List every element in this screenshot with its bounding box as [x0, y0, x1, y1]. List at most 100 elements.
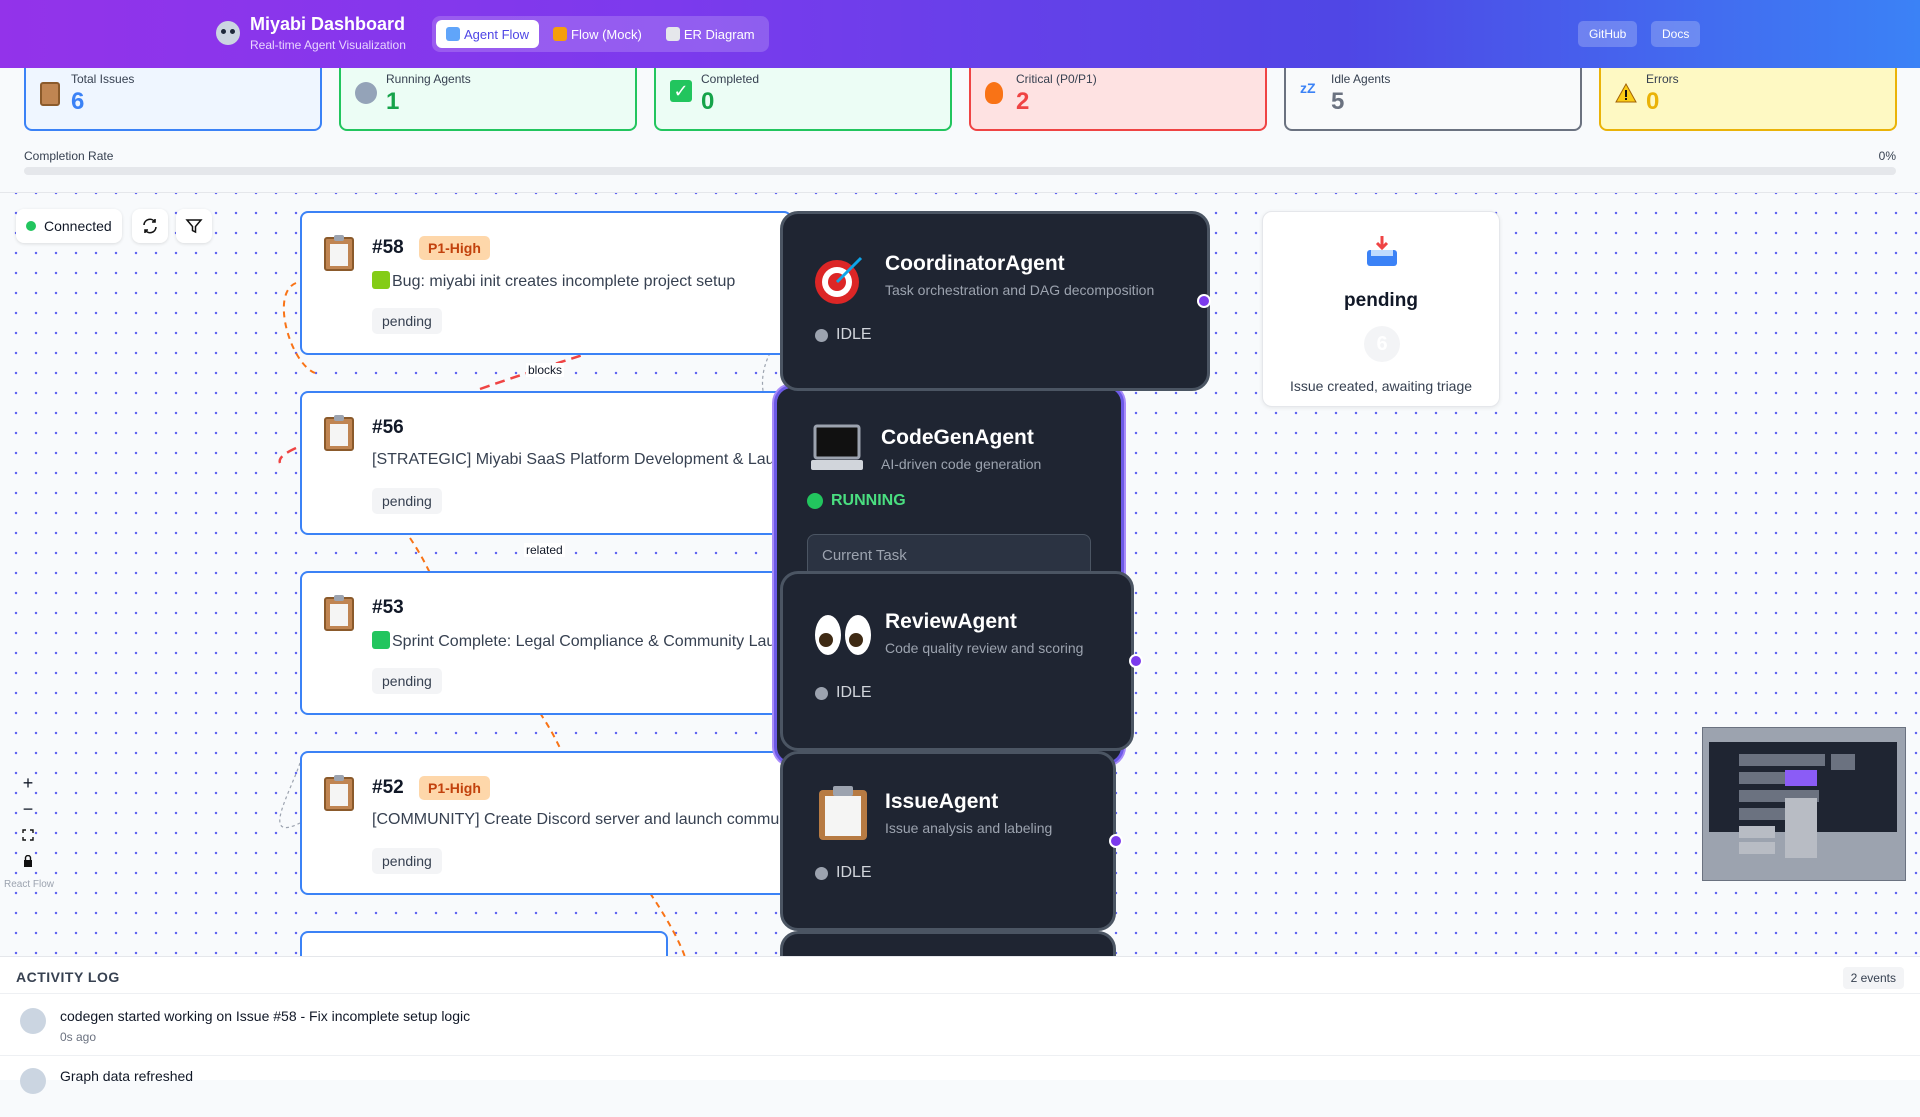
agent-name: ReviewAgent: [885, 610, 1017, 633]
issue-title-text: Bug: miyabi init creates incomplete proj…: [392, 273, 736, 290]
fit-view-icon: [22, 829, 34, 841]
state-node-pending[interactable]: pending 6 Issue created, awaiting triage: [1262, 211, 1500, 407]
bug-icon: [372, 271, 390, 289]
bar-chart-icon: [665, 27, 680, 41]
tab-er-diagram[interactable]: ER Diagram: [656, 20, 765, 48]
agent-status: RUNNING: [807, 492, 906, 510]
agent-desc: Task orchestration and DAG decomposition: [885, 282, 1155, 298]
stat-label: Critical (P0/P1): [1016, 72, 1097, 86]
minimap-node: [1831, 754, 1855, 770]
issue-number: #53: [372, 597, 404, 618]
stat-value: 0: [1646, 88, 1660, 115]
react-flow-attribution[interactable]: React Flow: [4, 879, 54, 890]
connection-handle[interactable]: [1129, 654, 1143, 668]
activity-message: Graph data refreshed: [60, 1068, 194, 1084]
lock-button[interactable]: [16, 849, 40, 873]
robot-icon: [216, 21, 240, 45]
tab-flow-mock[interactable]: Flow (Mock): [543, 20, 652, 48]
lock-icon: [24, 855, 32, 867]
tab-label: Flow (Mock): [571, 26, 642, 42]
stat-idle-agents: zZ Idle Agents 5: [1284, 68, 1582, 131]
zoom-in-button[interactable]: +: [16, 771, 40, 795]
flow-canvas[interactable]: blocks related #58 P1-High Bug: miyabi i…: [0, 192, 1920, 956]
issue-number: #52: [372, 777, 404, 798]
stat-label: Running Agents: [386, 72, 471, 86]
agent-node-issue[interactable]: IssueAgent Issue analysis and labeling I…: [780, 751, 1123, 931]
laptop-icon: [811, 424, 863, 470]
clipboard-icon: [324, 415, 354, 451]
status-text: RUNNING: [831, 492, 906, 509]
agent-node-review[interactable]: ReviewAgent Code quality review and scor…: [780, 571, 1143, 751]
flow-icon: [446, 27, 460, 41]
issue-title: Sprint Complete: Legal Compliance & Comm…: [372, 631, 782, 651]
clipboard-icon: [324, 595, 354, 631]
connection-text: Connected: [44, 218, 112, 234]
agent-node-coordinator[interactable]: CoordinatorAgent Task orchestration and …: [780, 211, 1211, 391]
stat-completed: ✓ Completed 0: [654, 68, 952, 131]
status-text: IDLE: [836, 684, 872, 701]
stat-label: Errors: [1646, 72, 1679, 86]
activity-count-badge: 2 events: [1842, 967, 1904, 989]
connection-handle[interactable]: [1109, 834, 1123, 848]
status-pill: pending: [372, 848, 442, 874]
zoom-out-button[interactable]: −: [16, 797, 40, 821]
status-pill: pending: [372, 488, 442, 514]
activity-item: Graph data refreshed: [0, 1055, 1920, 1117]
inbox-icon: [1367, 236, 1397, 266]
stat-value: 0: [701, 88, 715, 115]
minimap-node: [1739, 826, 1775, 838]
issue-node-52[interactable]: #52 P1-High [COMMUNITY] Create Discord s…: [300, 751, 792, 895]
issue-node-56[interactable]: #56 [STRATEGIC] Miyabi SaaS Platform Dev…: [300, 391, 792, 535]
completion-percent: 0%: [1878, 149, 1896, 163]
activity-log: ACTIVITY LOG 2 events codegen started wo…: [0, 956, 1920, 1094]
clipboard-icon: [324, 235, 354, 271]
issue-title: Bug: miyabi init creates incomplete proj…: [372, 271, 782, 291]
issue-node-58[interactable]: #58 P1-High Bug: miyabi init creates inc…: [300, 211, 792, 355]
issue-node-53[interactable]: #53 Sprint Complete: Legal Compliance & …: [300, 571, 792, 715]
clipboard-icon: [40, 82, 60, 106]
app-header: Miyabi Dashboard Real-time Agent Visuali…: [0, 0, 1920, 68]
app-title: Miyabi Dashboard: [250, 14, 406, 34]
fit-view-button[interactable]: [16, 823, 40, 847]
brand: Miyabi Dashboard Real-time Agent Visuali…: [216, 14, 406, 52]
current-task-label: Current Task: [822, 547, 907, 564]
connection-handle[interactable]: [1197, 294, 1211, 308]
issue-node-partial[interactable]: [300, 931, 668, 956]
stat-total-issues: Total Issues 6: [24, 68, 322, 131]
completion-progress-bar: [24, 167, 1896, 175]
agent-status: IDLE: [815, 326, 872, 344]
tab-agent-flow[interactable]: Agent Flow: [436, 20, 540, 48]
minimap[interactable]: [1702, 727, 1906, 881]
filter-button[interactable]: [176, 209, 212, 243]
stat-critical: Critical (P0/P1) 2: [969, 68, 1267, 131]
stat-label: Idle Agents: [1331, 72, 1391, 86]
agent-desc: Issue analysis and labeling: [885, 820, 1053, 836]
agent-desc: Code quality review and scoring: [885, 640, 1084, 656]
agent-status: IDLE: [815, 864, 872, 882]
stat-value: 1: [386, 88, 400, 115]
github-button[interactable]: GitHub: [1578, 21, 1638, 47]
issue-title-text: Sprint Complete: Legal Compliance & Comm…: [392, 633, 782, 650]
check-icon: ✓: [670, 80, 692, 102]
minimap-node: [1739, 842, 1775, 854]
status-dot: [815, 866, 828, 880]
edge-label-related: related: [524, 543, 565, 557]
issue-number: #58: [372, 237, 404, 258]
status-pill: pending: [372, 668, 442, 694]
priority-badge: P1-High: [419, 776, 490, 800]
agent-name: CoordinatorAgent: [885, 252, 1065, 275]
target-icon: [815, 256, 863, 304]
edge-blocks-2: [278, 446, 297, 464]
docs-button[interactable]: Docs: [1651, 21, 1701, 47]
robot-icon: [20, 1008, 46, 1034]
connection-status: Connected: [16, 209, 122, 243]
stat-label: Completed: [701, 72, 760, 86]
agent-node-partial[interactable]: [780, 931, 1116, 956]
stat-running-agents: Running Agents 1: [339, 68, 637, 131]
agent-desc: AI-driven code generation: [881, 456, 1042, 472]
check-icon: [372, 631, 390, 649]
fire-icon: [985, 82, 1003, 104]
agent-name: IssueAgent: [885, 790, 999, 813]
refresh-button[interactable]: [132, 209, 168, 243]
agent-status: IDLE: [815, 684, 872, 702]
